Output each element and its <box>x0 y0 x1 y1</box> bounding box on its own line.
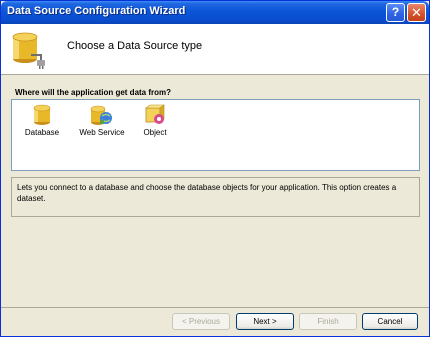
cancel-button[interactable]: Cancel <box>362 313 418 330</box>
data-source-description: Lets you connect to a database and choos… <box>11 177 420 217</box>
next-button[interactable]: Next > <box>236 313 294 330</box>
previous-button[interactable]: < Previous <box>172 313 230 330</box>
help-button[interactable]: ? <box>386 3 405 22</box>
database-connector-icon <box>12 32 45 69</box>
close-button[interactable]: ✕ <box>407 3 426 22</box>
page-title: Choose a Data Source type <box>67 40 203 52</box>
data-source-question: Where will the application get data from… <box>15 88 172 97</box>
data-source-item-database[interactable]: Database <box>23 104 61 137</box>
data-source-label: Database <box>24 128 60 137</box>
object-icon <box>145 104 165 124</box>
data-source-item-web-service[interactable]: Web Service <box>73 104 131 137</box>
finish-button[interactable]: Finish <box>299 313 357 330</box>
web-service-icon <box>90 105 112 125</box>
title-bar[interactable]: Data Source Configuration Wizard ? ✕ <box>1 1 429 24</box>
data-source-label: Object <box>143 128 167 137</box>
window-title: Data Source Configuration Wizard <box>7 5 186 17</box>
wizard-window: Data Source Configuration Wizard ? ✕ Cho… <box>0 0 430 337</box>
data-source-label: Web Service <box>79 128 125 137</box>
wizard-header: Choose a Data Source type <box>1 24 429 75</box>
data-source-type-list: Database Web Service Object <box>11 99 420 171</box>
footer-divider <box>1 307 429 308</box>
database-icon <box>33 104 51 125</box>
data-source-item-object[interactable]: Object <box>137 104 173 137</box>
